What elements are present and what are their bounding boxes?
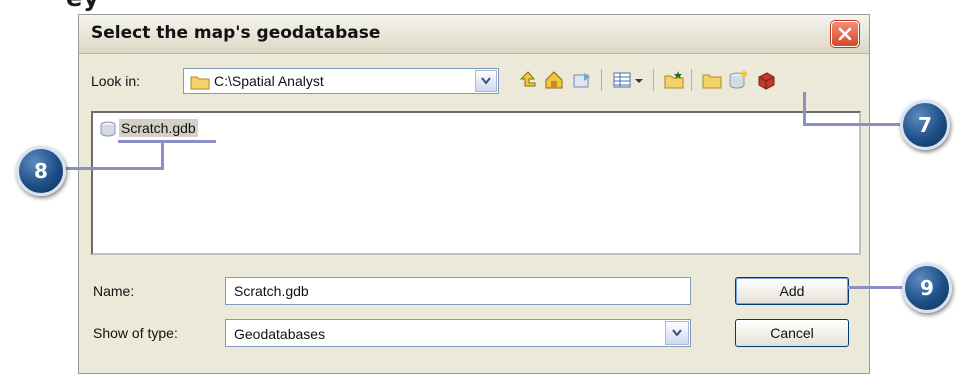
folder-icon bbox=[190, 76, 210, 90]
toolbar-separator bbox=[691, 69, 692, 91]
callout-badge-7: 7 bbox=[900, 100, 950, 150]
callout-badge-8: 8 bbox=[16, 146, 66, 196]
chevron-down-icon bbox=[481, 77, 491, 85]
cropped-heading-fragment: ey bbox=[66, 0, 100, 12]
toolbar-separator bbox=[653, 69, 654, 91]
type-label: Show of type: bbox=[93, 325, 178, 341]
look-in-dropdown[interactable]: C:\Spatial Analyst bbox=[183, 68, 499, 94]
title-bar[interactable]: Select the map's geodatabase bbox=[79, 15, 869, 54]
show-of-type-dropdown[interactable]: Geodatabases bbox=[225, 319, 691, 347]
delete-icon[interactable] bbox=[755, 69, 777, 91]
connect-folder-icon[interactable] bbox=[571, 69, 593, 91]
callout-8-connector bbox=[62, 167, 164, 170]
new-geodatabase-icon[interactable] bbox=[727, 69, 749, 91]
file-list[interactable]: Scratch.gdb bbox=[91, 111, 861, 255]
close-button[interactable] bbox=[831, 21, 859, 47]
type-value: Geodatabases bbox=[234, 326, 326, 342]
add-button[interactable]: Add bbox=[735, 277, 849, 305]
new-folder-icon[interactable] bbox=[663, 69, 685, 91]
close-icon bbox=[838, 27, 852, 41]
view-dropdown-icon[interactable] bbox=[633, 69, 645, 91]
look-in-label: Look in: bbox=[91, 73, 141, 89]
callout-9-connector bbox=[848, 286, 903, 289]
chevron-down-icon bbox=[672, 329, 682, 337]
select-geodatabase-dialog: Select the map's geodatabase Look in: C:… bbox=[78, 14, 870, 374]
look-in-value: C:\Spatial Analyst bbox=[214, 73, 324, 89]
cancel-button[interactable]: Cancel bbox=[735, 319, 849, 347]
callout-8-connector bbox=[161, 140, 164, 170]
name-field[interactable] bbox=[225, 277, 691, 305]
up-one-level-icon[interactable] bbox=[517, 69, 539, 91]
callout-7-connector bbox=[803, 92, 806, 126]
callout-8-underline bbox=[118, 140, 216, 143]
look-in-dropdown-button[interactable] bbox=[475, 70, 497, 92]
home-icon[interactable] bbox=[543, 69, 565, 91]
file-name: Scratch.gdb bbox=[119, 119, 198, 137]
geodatabase-icon bbox=[100, 121, 116, 137]
name-label: Name: bbox=[93, 283, 135, 299]
toolbar-separator bbox=[601, 69, 602, 91]
dialog-title: Select the map's geodatabase bbox=[91, 23, 381, 43]
view-list-icon[interactable] bbox=[611, 69, 633, 91]
new-folder-alt-icon[interactable] bbox=[701, 69, 723, 91]
callout-7-connector bbox=[803, 123, 901, 126]
callout-badge-9: 9 bbox=[902, 263, 952, 313]
type-dropdown-button[interactable] bbox=[665, 321, 689, 345]
